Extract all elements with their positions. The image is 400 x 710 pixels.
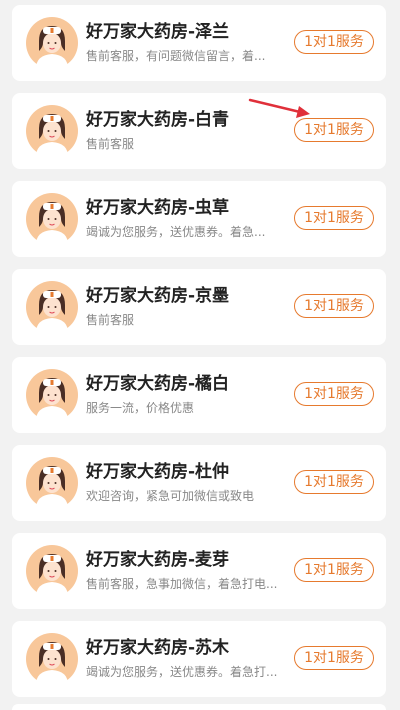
store-name: 好万家大药房-京墨 xyxy=(86,286,230,306)
annotation-arrow-icon xyxy=(248,98,310,118)
list-item[interactable]: 好万家大药房-橘白 服务一流，价格优惠 1对1服务 xyxy=(12,357,386,433)
store-name: 好万家大药房-白青 xyxy=(86,110,230,130)
store-description: 售前客服，急事加微信，着急打电... xyxy=(86,577,278,591)
store-description: 售前客服，有问题微信留言，着... xyxy=(86,49,266,63)
one-on-one-service-button[interactable]: 1对1服务 xyxy=(294,646,374,670)
list-item[interactable]: 好万家大药房-杜仲 欢迎咨询，紧急可加微信或致电 1对1服务 xyxy=(12,445,386,521)
store-description: 欢迎咨询，紧急可加微信或致电 xyxy=(86,489,255,503)
store-name: 好万家大药房-杜仲 xyxy=(86,462,230,482)
nurse-avatar-icon xyxy=(26,545,78,597)
store-description: 售前客服 xyxy=(86,313,135,327)
one-on-one-service-button[interactable]: 1对1服务 xyxy=(294,294,374,318)
one-on-one-service-button[interactable]: 1对1服务 xyxy=(294,470,374,494)
nurse-avatar-icon xyxy=(26,17,78,69)
list-item[interactable]: 好万家大药房-泽兰 售前客服，有问题微信留言，着... 1对1服务 xyxy=(12,5,386,81)
nurse-avatar-icon xyxy=(26,633,78,685)
store-description: 竭诚为您服务，送优惠券。着急打... xyxy=(86,665,278,679)
store-description: 竭诚为您服务，送优惠券。着急... xyxy=(86,225,266,239)
list-item[interactable]: 好万家大药房-苏木 竭诚为您服务，送优惠券。着急打... 1对1服务 xyxy=(12,621,386,697)
store-name: 好万家大药房-虫草 xyxy=(86,198,230,218)
store-name: 好万家大药房-橘白 xyxy=(86,374,230,394)
nurse-avatar-icon xyxy=(26,193,78,245)
one-on-one-service-button[interactable]: 1对1服务 xyxy=(294,382,374,406)
nurse-avatar-icon xyxy=(26,105,78,157)
next-list-item-edge xyxy=(12,704,386,710)
list-item[interactable]: 好万家大药房-白青 售前客服 1对1服务 xyxy=(12,93,386,169)
one-on-one-service-button[interactable]: 1对1服务 xyxy=(294,30,374,54)
one-on-one-service-button[interactable]: 1对1服务 xyxy=(294,206,374,230)
nurse-avatar-icon xyxy=(26,281,78,333)
nurse-avatar-icon xyxy=(26,369,78,421)
store-description: 服务一流，价格优惠 xyxy=(86,401,195,415)
store-description: 售前客服 xyxy=(86,137,135,151)
one-on-one-service-button[interactable]: 1对1服务 xyxy=(294,558,374,582)
nurse-avatar-icon xyxy=(26,457,78,509)
store-name: 好万家大药房-泽兰 xyxy=(86,22,230,42)
store-name: 好万家大药房-麦芽 xyxy=(86,550,230,570)
store-name: 好万家大药房-苏木 xyxy=(86,638,230,658)
list-item[interactable]: 好万家大药房-麦芽 售前客服，急事加微信，着急打电... 1对1服务 xyxy=(12,533,386,609)
list-item[interactable]: 好万家大药房-虫草 竭诚为您服务，送优惠券。着急... 1对1服务 xyxy=(12,181,386,257)
list-item[interactable]: 好万家大药房-京墨 售前客服 1对1服务 xyxy=(12,269,386,345)
